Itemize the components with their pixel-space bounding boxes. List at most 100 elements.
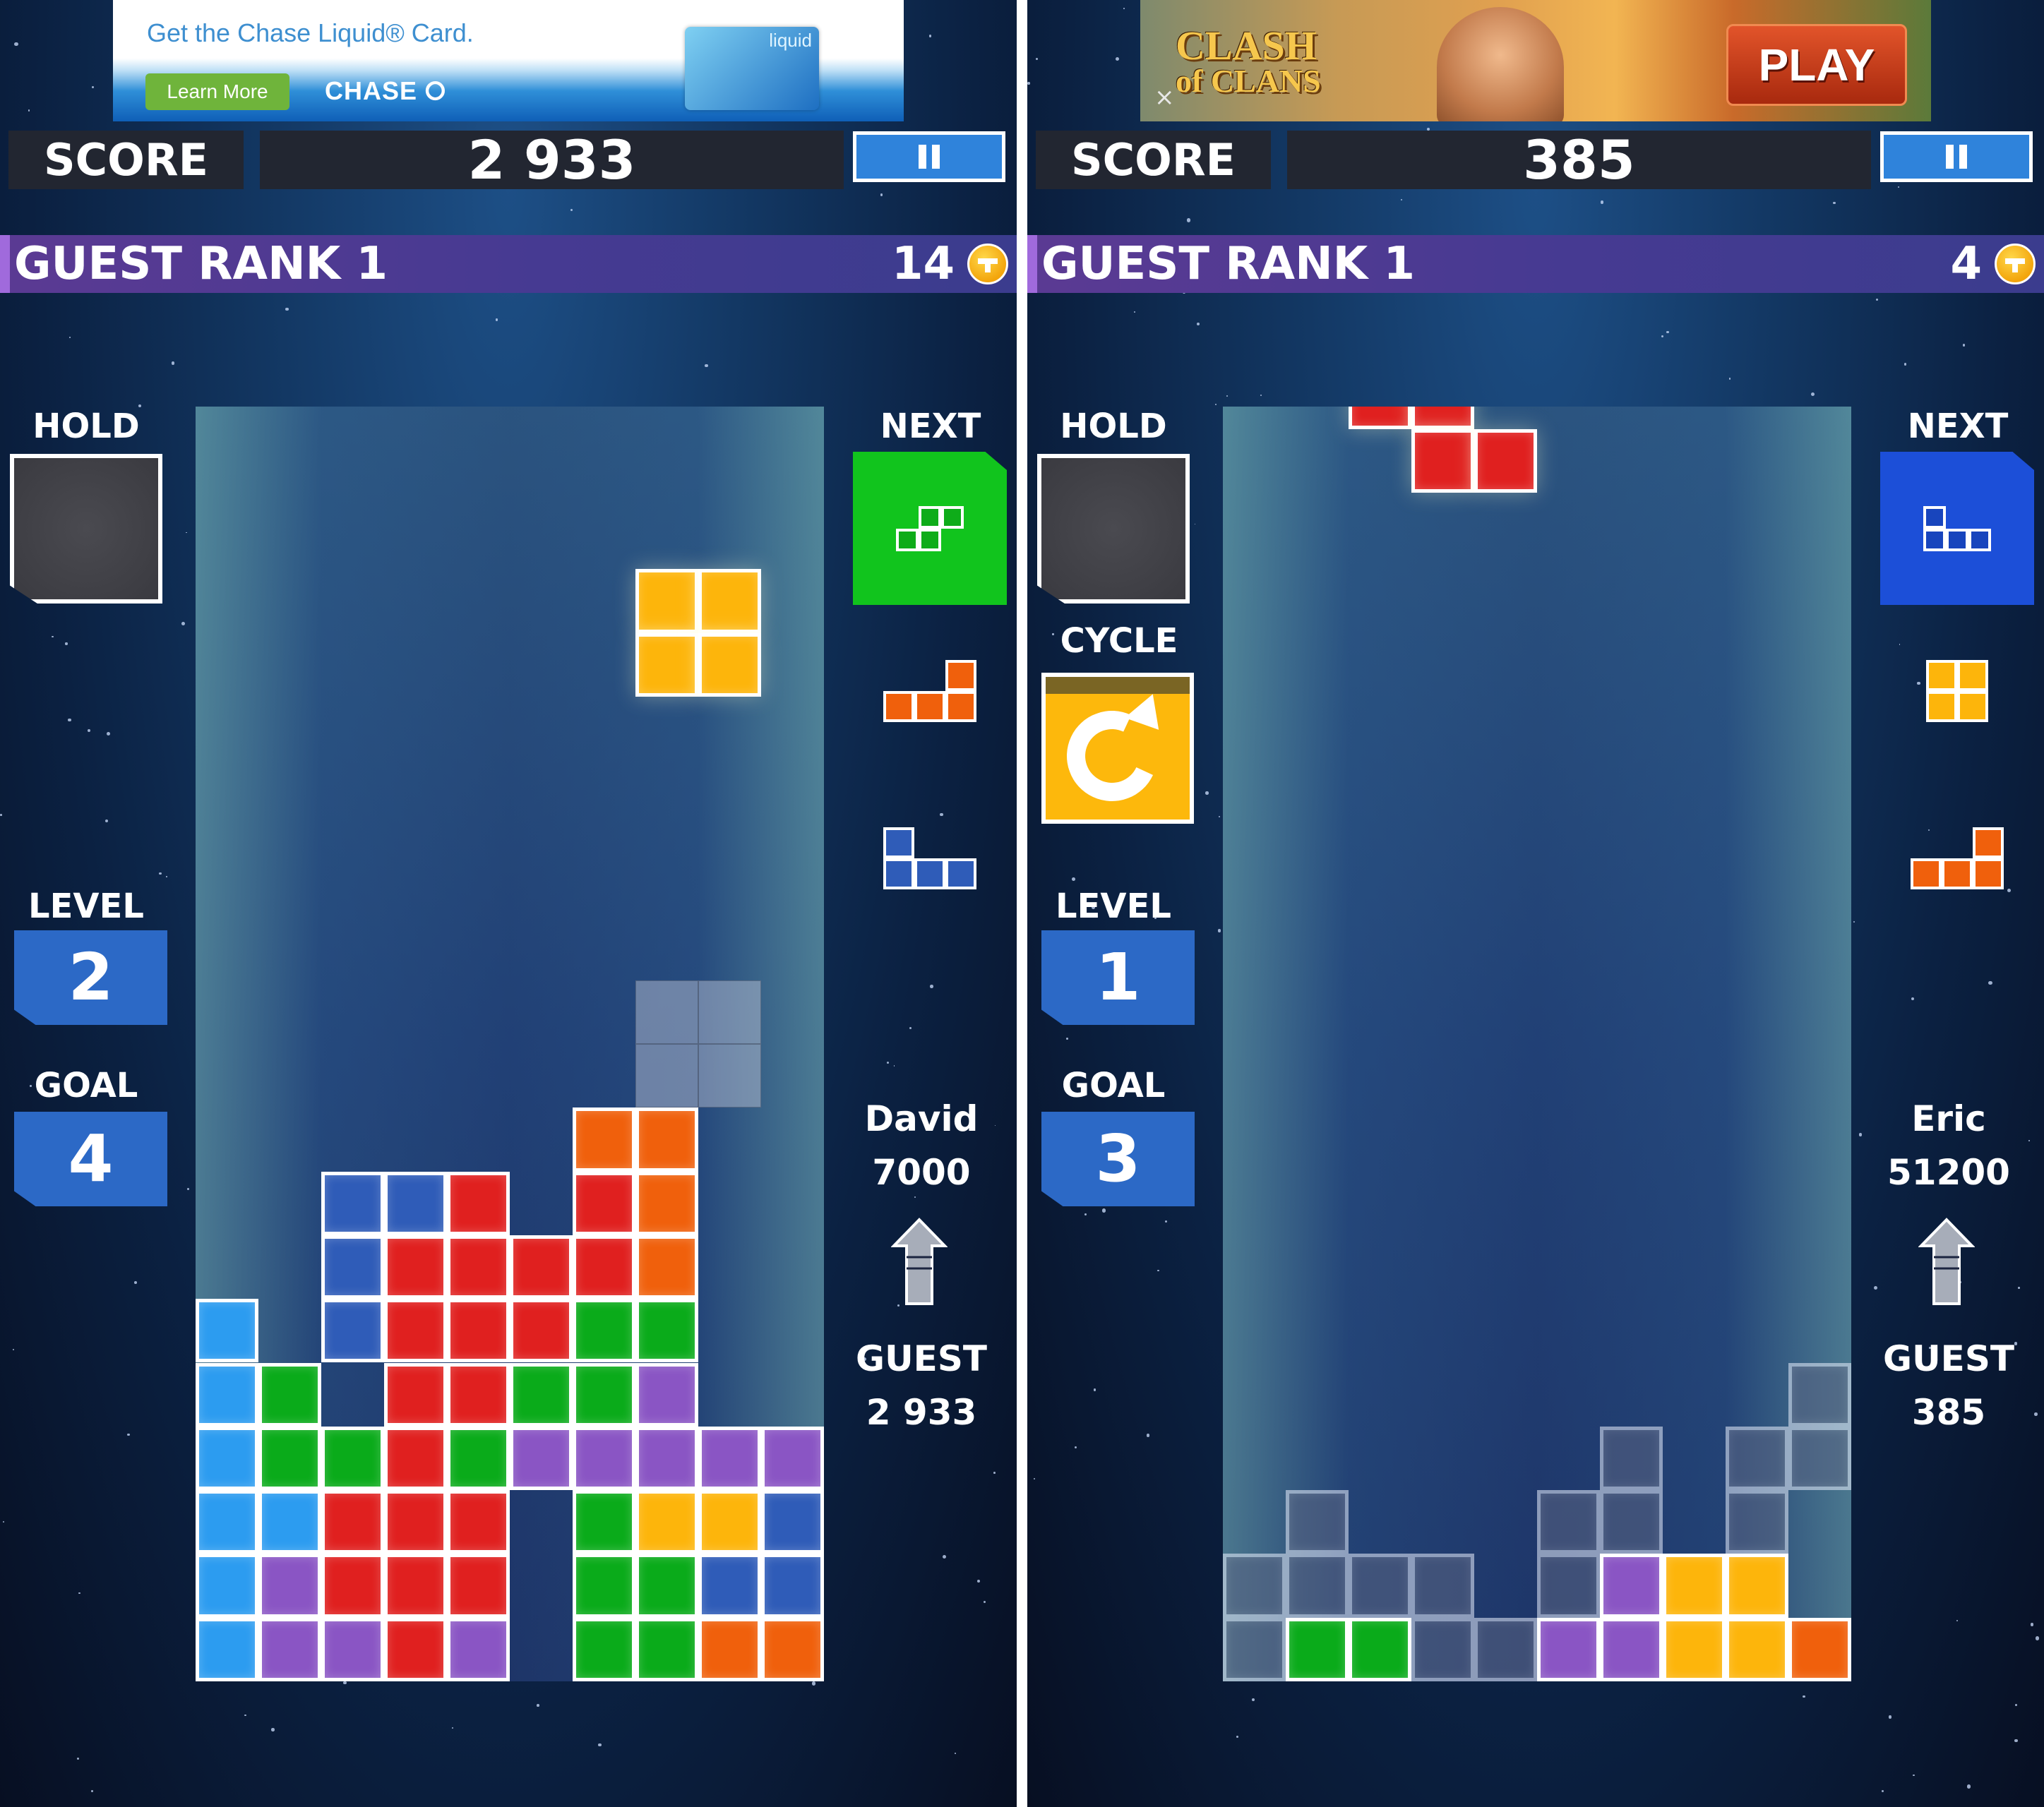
block-shine xyxy=(262,1494,318,1550)
star xyxy=(1165,1220,1168,1223)
star xyxy=(2034,1412,2038,1416)
board-block-J xyxy=(321,1299,384,1363)
block-shine xyxy=(1603,1430,1659,1487)
hold-slot[interactable] xyxy=(10,454,162,604)
block-shine xyxy=(450,1302,506,1359)
star xyxy=(133,1280,137,1284)
star xyxy=(127,1433,130,1436)
star xyxy=(1133,311,1135,313)
pause-button[interactable] xyxy=(853,131,1005,182)
coin-count: 14 xyxy=(891,238,955,290)
active-piece-block xyxy=(635,632,698,697)
star xyxy=(976,1580,980,1583)
block-shine xyxy=(450,1367,506,1423)
block-shine xyxy=(576,1430,632,1487)
block-shine xyxy=(513,1430,569,1487)
next-piece-block xyxy=(1923,505,1946,529)
board-block-Z xyxy=(384,1617,447,1681)
board-block-T xyxy=(510,1426,573,1491)
ghost-piece-block xyxy=(635,1044,698,1108)
block-shine xyxy=(262,1430,318,1487)
active-piece-block xyxy=(698,569,761,633)
block-shine xyxy=(1792,1621,1848,1678)
block-shine xyxy=(1729,1557,1785,1614)
ad-banner-chase[interactable]: Get the Chase Liquid® Card. Learn More C… xyxy=(113,0,904,121)
playfield[interactable] xyxy=(1223,407,1851,1681)
playfield[interactable] xyxy=(196,407,824,1681)
block-shine xyxy=(1729,1430,1785,1487)
block-shine xyxy=(325,1175,381,1232)
block-shine xyxy=(576,1494,632,1550)
board-block-T xyxy=(635,1362,698,1427)
star xyxy=(2014,1739,2018,1742)
board-block-S xyxy=(635,1299,698,1363)
ad-close-icon[interactable]: × xyxy=(1154,83,1175,112)
board-block-Z xyxy=(384,1426,447,1491)
star xyxy=(1186,218,1190,222)
star xyxy=(1917,681,1920,685)
board-block-T xyxy=(1537,1617,1600,1681)
star xyxy=(1888,1715,1892,1719)
board-block-S xyxy=(510,1362,573,1427)
next-piece-block xyxy=(1946,528,1968,551)
block-shine xyxy=(1603,1494,1659,1550)
star xyxy=(181,622,185,625)
board-block-Z xyxy=(321,1490,384,1554)
ad-play-button[interactable]: PLAY xyxy=(1726,24,1907,106)
next-piece-block xyxy=(1923,528,1946,551)
cycle-button[interactable] xyxy=(1041,673,1194,824)
block-shine xyxy=(262,1367,318,1423)
block-shine xyxy=(639,1430,695,1487)
star xyxy=(65,642,68,645)
star xyxy=(2015,1703,2018,1706)
ad-card-text: liquid xyxy=(769,30,812,51)
star xyxy=(880,193,883,196)
block-shine xyxy=(1541,1494,1596,1550)
star xyxy=(1898,186,1900,188)
star xyxy=(1873,1285,1877,1290)
ad-game-logo: CLASH of CLANS xyxy=(1176,25,1321,99)
ad-learn-more-button[interactable]: Learn More xyxy=(145,73,289,110)
next-piece-block xyxy=(919,528,941,551)
score-label: SCORE xyxy=(1036,131,1271,189)
board-block-G xyxy=(1726,1490,1788,1554)
block-shine xyxy=(702,637,758,693)
block-shine xyxy=(1415,1557,1471,1614)
block-shine xyxy=(1603,1621,1659,1678)
queued-piece-block-O xyxy=(1957,660,1988,691)
board-block-T xyxy=(258,1554,321,1618)
block-shine xyxy=(199,1430,255,1487)
star xyxy=(1962,344,1966,347)
pause-button[interactable] xyxy=(1880,131,2033,182)
block-shine xyxy=(325,1494,381,1550)
board-block-T xyxy=(698,1426,761,1491)
block-shine xyxy=(1541,1621,1596,1678)
board-block-O xyxy=(698,1490,761,1554)
board-block-S xyxy=(573,1362,635,1427)
block-shine xyxy=(1603,1557,1659,1614)
board-block-G xyxy=(1286,1490,1349,1554)
coin-icon xyxy=(967,244,1008,284)
block-shine xyxy=(639,1302,695,1359)
ad-banner-clash-of-clans[interactable]: CLASH of CLANS × PLAY xyxy=(1140,0,1931,121)
active-piece-block xyxy=(698,632,761,697)
star xyxy=(1875,299,1878,301)
board-block-Z xyxy=(573,1171,635,1235)
board-block-I xyxy=(196,1617,258,1681)
queued-piece-block-J xyxy=(883,858,914,889)
board-block-Z xyxy=(384,1554,447,1618)
star xyxy=(1075,1446,1077,1448)
hold-slot[interactable] xyxy=(1037,454,1190,604)
star xyxy=(1218,816,1220,818)
board-block-O xyxy=(1663,1554,1726,1618)
star xyxy=(1956,1619,1959,1622)
queued-piece-block-L xyxy=(883,691,914,722)
star xyxy=(90,1789,94,1793)
block-shine xyxy=(1478,433,1534,489)
star xyxy=(1913,1774,1915,1776)
queued-piece-block-L xyxy=(945,660,976,691)
next-piece-box xyxy=(853,452,1007,605)
board-block-O xyxy=(1663,1617,1726,1681)
board-block-J xyxy=(321,1171,384,1235)
block-shine xyxy=(450,1494,506,1550)
